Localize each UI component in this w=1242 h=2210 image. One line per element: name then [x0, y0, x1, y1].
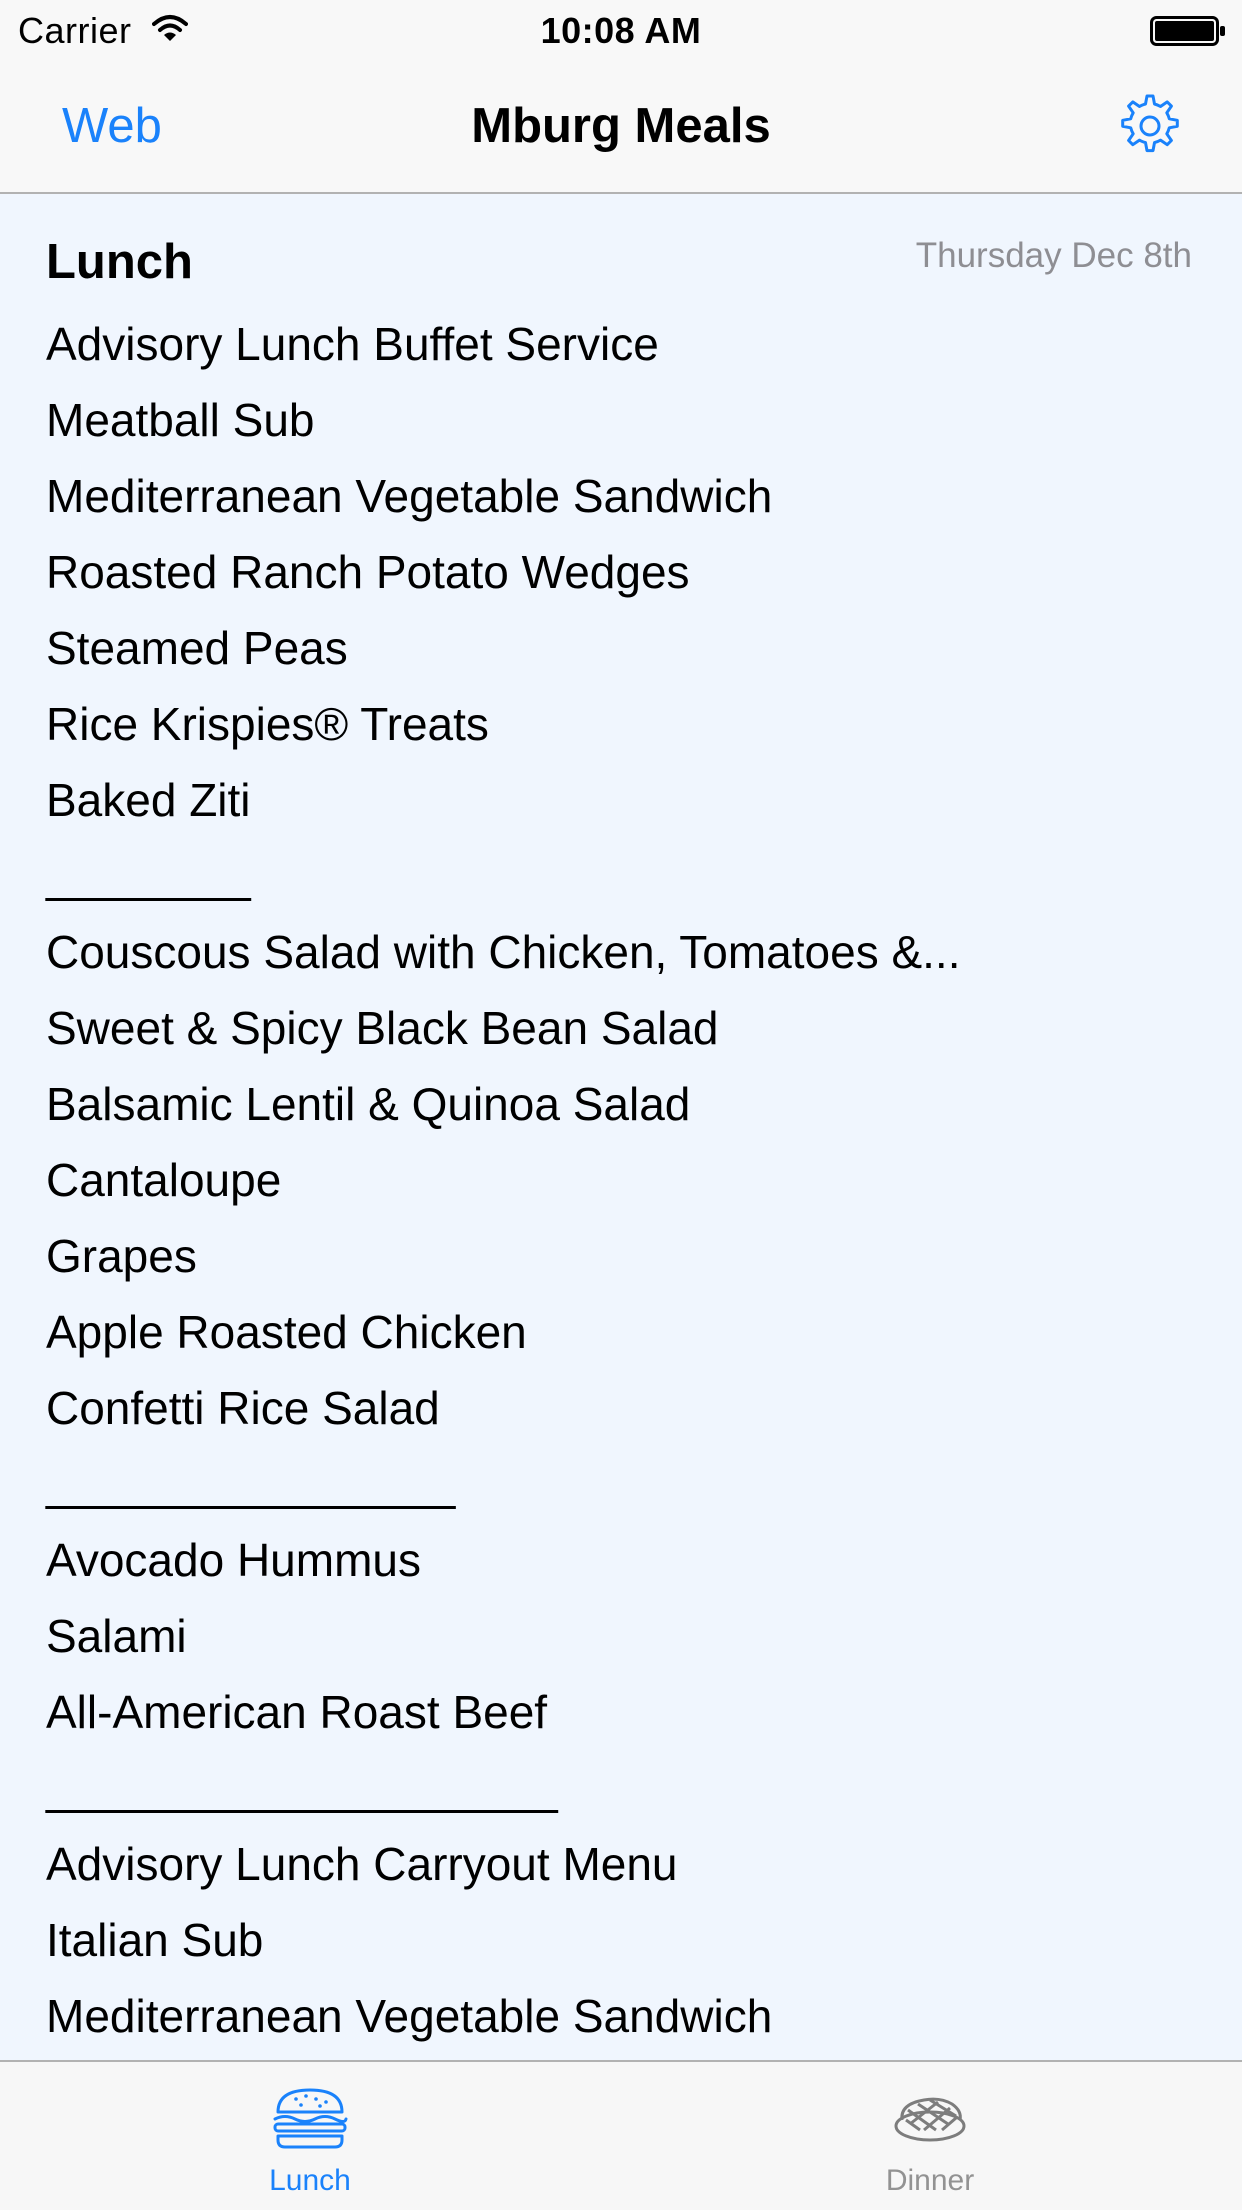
tab-lunch-label: Lunch	[269, 2164, 351, 2197]
tab-dinner-label: Dinner	[885, 2164, 975, 2197]
menu-separator: ________________	[46, 1458, 456, 1510]
navigation-bar: Web Mburg Meals	[0, 62, 1242, 194]
menu-list: Advisory Lunch Buffet Service Meatball S…	[46, 318, 961, 2060]
menu-item: Advisory Lunch Carryout Menu	[46, 1838, 678, 1890]
menu-item: Salami	[46, 1610, 187, 1662]
menu-item: Steamed Peas	[46, 622, 348, 674]
status-time: 10:08 AM	[540, 10, 702, 51]
menu-item: Avocado Hummus	[46, 1534, 421, 1586]
menu-item: Confetti Rice Salad	[46, 1382, 440, 1434]
page-title: Mburg Meals	[471, 99, 771, 153]
menu-item: Apple Roasted Chicken	[46, 1306, 527, 1358]
gear-icon[interactable]	[1114, 90, 1186, 162]
battery-full-icon	[1150, 16, 1225, 46]
menu-item: Balsamic Lentil & Quinoa Salad	[46, 1078, 691, 1130]
menu-item: Grapes	[46, 1230, 197, 1282]
menu-item: Mediterranean Vegetable Sandwich	[46, 1990, 773, 2042]
menu-item: Italian Sub	[46, 1914, 264, 1966]
status-bar: Carrier 10:08 AM	[0, 0, 1242, 62]
menu-item: Rice Krispies® Treats	[46, 698, 489, 750]
section-title: Lunch	[46, 235, 193, 289]
menu-item: All-American Roast Beef	[46, 1686, 548, 1738]
tab-dinner[interactable]: Dinner	[780, 2062, 1080, 2210]
menu-content[interactable]: Lunch Thursday Dec 8th Advisory Lunch Bu…	[0, 194, 1242, 2060]
menu-separator: ________	[46, 850, 251, 902]
menu-item: Couscous Salad with Chicken, Tomatoes &.…	[46, 926, 961, 978]
menu-item: Sweet & Spicy Black Bean Salad	[46, 1002, 719, 1054]
menu-item: Meatball Sub	[46, 394, 315, 446]
menu-separator: ____________________	[46, 1762, 558, 1814]
menu-item: Mediterranean Vegetable Sandwich	[46, 470, 773, 522]
menu-date: Thursday Dec 8th	[915, 236, 1192, 275]
menu-item: Baked Ziti	[46, 774, 251, 826]
tab-lunch[interactable]: Lunch	[160, 2062, 460, 2210]
menu-item: Advisory Lunch Buffet Service	[46, 318, 659, 370]
tab-bar: Lunch Dinner	[0, 2060, 1242, 2210]
burger-icon	[273, 2088, 348, 2149]
steak-icon	[894, 2097, 966, 2142]
menu-item: Cantaloupe	[46, 1154, 282, 1206]
menu-item: Roasted Ranch Potato Wedges	[46, 546, 690, 598]
